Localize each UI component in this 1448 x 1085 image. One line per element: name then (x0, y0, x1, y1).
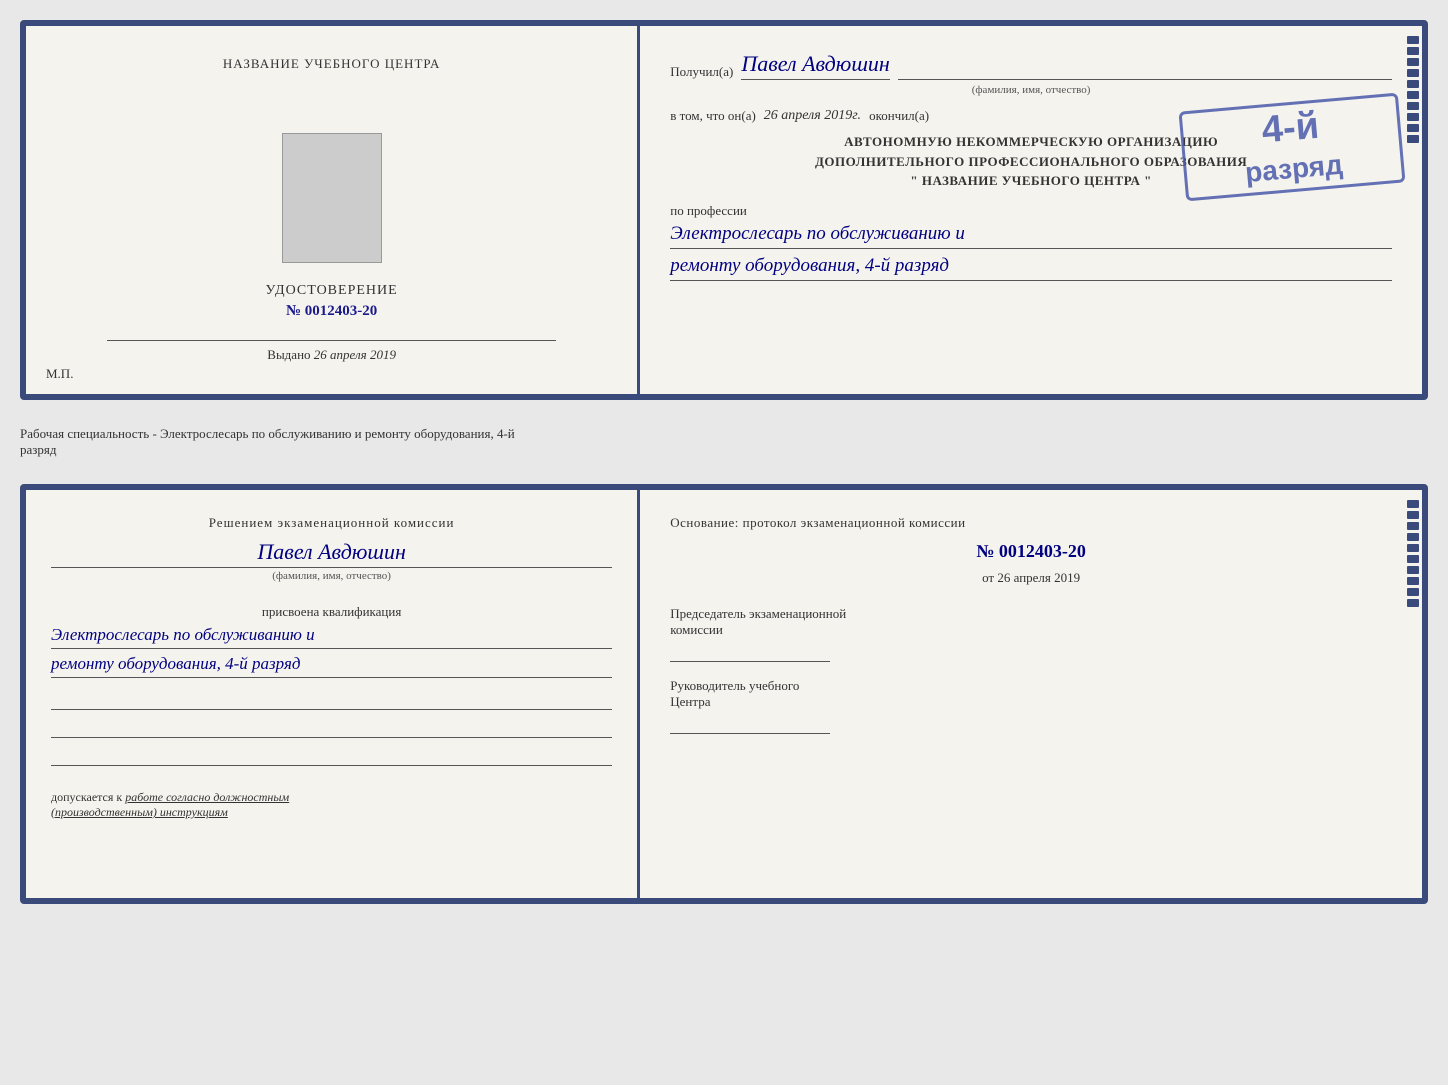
org-stamp-block: АВТОНОМНУЮ НЕКОММЕРЧЕСКУЮ ОРГАНИЗАЦИЮ ДО… (670, 132, 1392, 191)
руководитель-sig-line (670, 714, 830, 734)
right-stripes (1404, 26, 1422, 394)
от-date: от 26 апреля 2019 (670, 570, 1392, 586)
по-профессии-label: по профессии (670, 203, 1392, 219)
doc-title: УДОСТОВЕРЕНИЕ (266, 283, 398, 299)
фио-subtitle: (фамилия, имя, отчество) (670, 84, 1392, 96)
recipient-name-bottom: Павел Авдюшин (51, 539, 612, 568)
recipient-name-top: Павел Авдюшин (741, 51, 889, 80)
profession-line1: Электрослесарь по обслуживанию и (670, 223, 1392, 249)
mp-label: М.П. (46, 366, 73, 382)
председатель-title: Председатель экзаменационной комиссии (670, 606, 1392, 638)
org-line2: ДОПОЛНИТЕЛЬНОГО ПРОФЕССИОНАЛЬНОГО ОБРАЗО… (815, 154, 1247, 169)
председатель-block: Председатель экзаменационной комиссии (670, 606, 1392, 662)
основание-text: Основание: протокол экзаменационной коми… (670, 515, 1392, 531)
completion-date-top: 26 апреля 2019г. (764, 108, 861, 124)
sig-line-1 (51, 690, 612, 710)
document-top: НАЗВАНИЕ УЧЕБНОГО ЦЕНТРА УДОСТОВЕРЕНИЕ №… (20, 20, 1428, 400)
org-lines: АВТОНОМНУЮ НЕКОММЕРЧЕСКУЮ ОРГАНИЗАЦИЮ ДО… (670, 132, 1392, 191)
sig-line-2 (51, 718, 612, 738)
присвоена-text: присвоена квалификация (51, 604, 612, 620)
panel-top-left: НАЗВАНИЕ УЧЕБНОГО ЦЕНТРА УДОСТОВЕРЕНИЕ №… (26, 26, 640, 394)
middle-text: Рабочая специальность - Электрослесарь п… (20, 418, 1428, 466)
org-line1: АВТОНОМНУЮ НЕКОММЕРЧЕСКУЮ ОРГАНИЗАЦИЮ (844, 134, 1218, 149)
sig-line-3 (51, 746, 612, 766)
протокол-номер: № 0012403-20 (670, 541, 1392, 562)
center-name-label: НАЗВАНИЕ УЧЕБНОГО ЦЕНТРА (51, 56, 612, 72)
panel-bottom-right: Основание: протокол экзаменационной коми… (640, 490, 1422, 898)
в-том-что-prefix: в том, что он(а) (670, 108, 756, 124)
руководитель-title: Руководитель учебного Центра (670, 678, 1392, 710)
doc-number: № 0012403-20 (266, 303, 398, 320)
qualification-line1: Электрослесарь по обслуживанию и (51, 625, 612, 649)
document-bottom: Решением экзаменационной комиссии Павел … (20, 484, 1428, 904)
panel-bottom-left: Решением экзаменационной комиссии Павел … (26, 490, 640, 898)
руководитель-block: Руководитель учебного Центра (670, 678, 1392, 734)
фио-subtitle-bottom: (фамилия, имя, отчество) (51, 570, 612, 582)
решением-text: Решением экзаменационной комиссии (51, 515, 612, 531)
окончил-label: окончил(а) (869, 108, 929, 124)
panel-top-right: Получил(а) Павел Авдюшин (фамилия, имя, … (640, 26, 1422, 394)
выдано-label: Выдано 26 апреля 2019 (267, 347, 396, 362)
qualification-line2: ремонту оборудования, 4-й разряд (51, 654, 612, 678)
doc-title-block: УДОСТОВЕРЕНИЕ № 0012403-20 (266, 283, 398, 320)
получил-line: Получил(а) Павел Авдюшин (670, 51, 1392, 80)
org-line3: " НАЗВАНИЕ УЧЕБНОГО ЦЕНТРА " (910, 173, 1151, 188)
допускается-prefix: допускается к (51, 790, 122, 804)
получил-prefix: Получил(а) (670, 64, 733, 80)
signature-lines-bottom (51, 690, 612, 774)
profession-line2: ремонту оборудования, 4-й разряд (670, 255, 1392, 281)
photo-placeholder (282, 133, 382, 263)
рабочая-специальность: Рабочая специальность - Электрослесарь п… (20, 426, 515, 457)
допускается-block: допускается к работе согласно должностны… (51, 790, 612, 820)
в-том-что-line: в том, что он(а) 26 апреля 2019г. окончи… (670, 108, 1392, 124)
name-dash (898, 79, 1392, 80)
председатель-sig-line (670, 642, 830, 662)
right-stripes-bottom (1404, 490, 1422, 898)
